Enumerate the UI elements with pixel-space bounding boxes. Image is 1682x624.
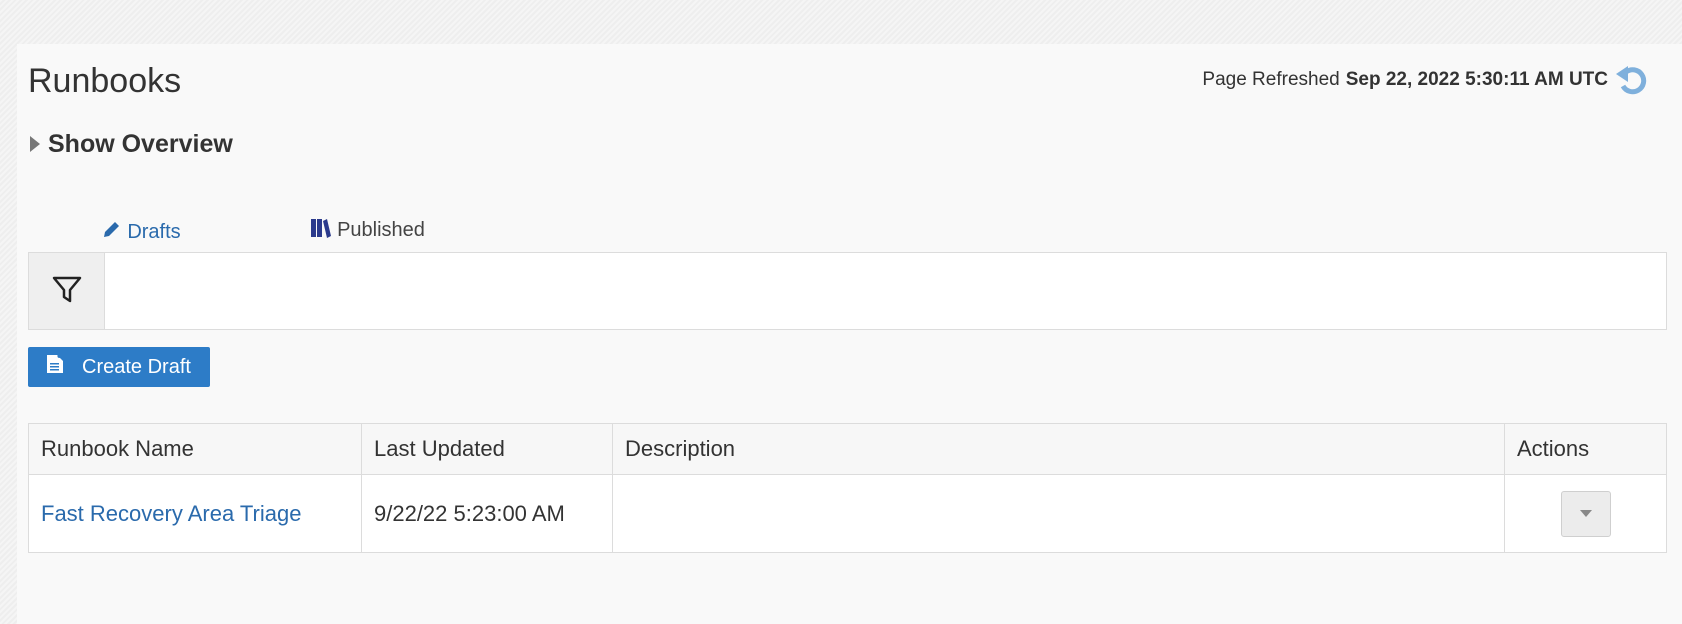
runbook-name-cell: Fast Recovery Area Triage (28, 474, 362, 553)
table-row: Fast Recovery Area Triage 9/22/22 5:23:0… (28, 474, 1667, 553)
runbooks-panel: Runbooks Page Refreshed Sep 22, 2022 5:3… (17, 44, 1682, 624)
page-refresh-status: Page Refreshed Sep 22, 2022 5:30:11 AM U… (1202, 64, 1650, 96)
filter-button[interactable] (29, 253, 105, 329)
table-header-row: Runbook Name Last Updated Description Ac… (28, 423, 1667, 475)
runbook-name-link[interactable]: Fast Recovery Area Triage (41, 501, 301, 526)
page-title: Runbooks (28, 62, 182, 100)
show-overview-toggle[interactable]: Show Overview (30, 128, 233, 160)
column-header-actions: Actions (1504, 423, 1667, 475)
column-header-description[interactable]: Description (612, 423, 1505, 475)
filter-bar (28, 252, 1667, 330)
tab-drafts-label: Drafts (127, 221, 181, 243)
last-updated-cell: 9/22/22 5:23:00 AM (361, 474, 613, 553)
expand-triangle-icon (30, 136, 40, 152)
create-draft-button[interactable]: Create Draft (28, 347, 210, 387)
row-actions-dropdown[interactable] (1560, 490, 1611, 537)
show-overview-label: Show Overview (48, 129, 233, 158)
caret-down-icon (1579, 510, 1592, 517)
new-document-icon (46, 354, 64, 380)
filter-icon (51, 273, 83, 310)
books-icon (309, 217, 332, 245)
pencil-icon (101, 220, 121, 246)
description-cell (612, 474, 1505, 553)
refresh-icon[interactable] (1614, 64, 1650, 96)
refresh-timestamp: Sep 22, 2022 5:30:11 AM UTC (1345, 69, 1608, 90)
create-draft-label: Create Draft (82, 355, 191, 378)
column-header-runbook-name[interactable]: Runbook Name (28, 423, 362, 475)
column-header-last-updated[interactable]: Last Updated (361, 423, 613, 475)
refresh-label: Page Refreshed (1202, 69, 1340, 90)
runbooks-table: Runbook Name Last Updated Description Ac… (28, 423, 1667, 553)
tab-published-label: Published (337, 219, 425, 241)
actions-cell (1504, 474, 1667, 553)
